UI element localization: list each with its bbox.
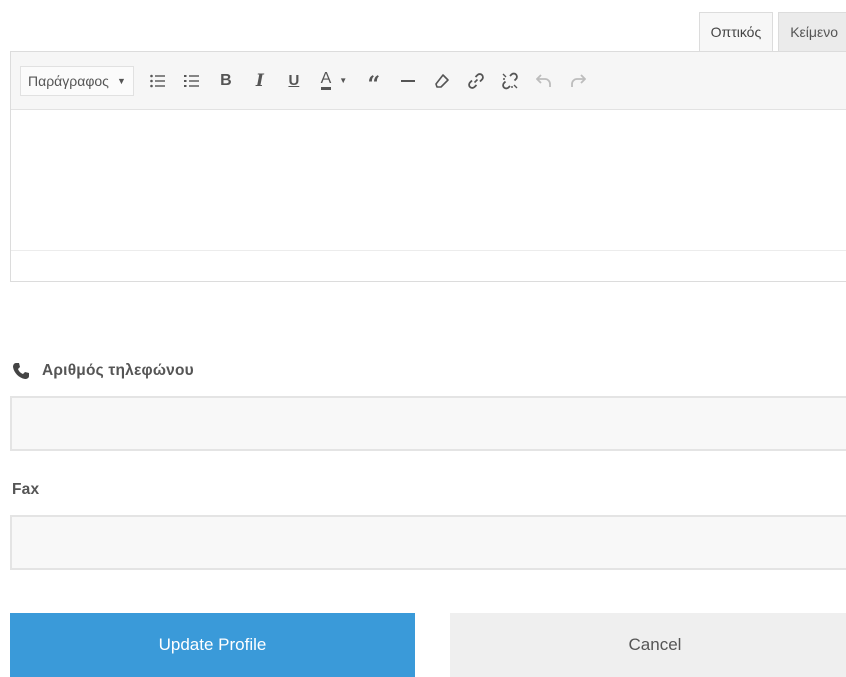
redo-icon (570, 73, 586, 87)
numbered-list-button[interactable] (177, 66, 207, 96)
caret-down-icon: ▼ (116, 75, 126, 86)
horizontal-line-button[interactable] (393, 66, 423, 96)
italic-button[interactable]: I (245, 66, 275, 96)
eraser-icon (435, 73, 449, 88)
editor-status-bar (11, 251, 846, 281)
tab-visual[interactable]: Οπτικός (698, 12, 774, 52)
bold-icon: B (220, 71, 232, 89)
italic-icon: I (255, 70, 264, 91)
blockquote-button[interactable]: “ (359, 66, 389, 98)
underline-icon: U (288, 72, 300, 89)
horizontal-line-icon (400, 79, 415, 82)
phone-input[interactable] (10, 396, 846, 451)
undo-icon (535, 73, 551, 87)
caret-down-icon: ▼ (339, 76, 348, 85)
phone-label-text: Αριθμός τηλεφώνου (42, 362, 194, 379)
bullet-list-icon (150, 74, 165, 87)
editor-toolbar: Παράγραφος ▼ B I U A ▼ “ (11, 52, 846, 110)
editor-content-area[interactable] (11, 110, 846, 251)
fax-input[interactable] (10, 515, 846, 570)
tab-text[interactable]: Κείμενο (778, 12, 846, 51)
link-icon (468, 72, 484, 89)
text-color-icon: A (320, 71, 332, 90)
rich-text-editor: Παράγραφος ▼ B I U A ▼ “ (10, 51, 846, 282)
underline-button[interactable]: U (279, 66, 309, 96)
remove-link-button[interactable] (495, 66, 525, 96)
editor-tabs: Οπτικός Κείμενο (694, 12, 846, 52)
format-select[interactable]: Παράγραφος ▼ (20, 65, 134, 96)
fax-field-label: Fax (12, 481, 40, 498)
unlink-icon (502, 72, 518, 89)
clear-formatting-button[interactable] (427, 66, 457, 96)
bold-button[interactable]: B (211, 66, 241, 96)
phone-icon (13, 363, 29, 379)
cancel-button[interactable]: Cancel (450, 613, 846, 677)
redo-button[interactable] (563, 66, 593, 96)
text-color-button[interactable]: A ▼ (313, 66, 355, 96)
numbered-list-icon (183, 74, 199, 87)
undo-button[interactable] (529, 66, 559, 96)
format-select-value: Παράγραφος (28, 72, 109, 89)
bullet-list-button[interactable] (143, 66, 173, 96)
blockquote-icon: “ (367, 71, 381, 98)
phone-field-label: Αριθμός τηλεφώνου (12, 362, 194, 380)
update-profile-button[interactable]: Update Profile (10, 613, 415, 677)
insert-link-button[interactable] (461, 66, 491, 96)
